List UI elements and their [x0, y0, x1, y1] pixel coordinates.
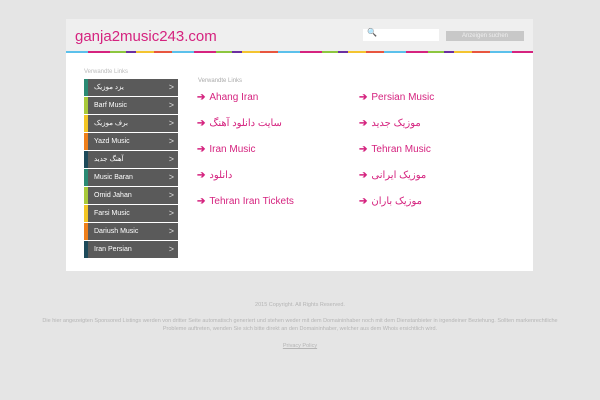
link-label: Tehran Iran Tickets: [209, 196, 294, 207]
chevron-right-icon: >: [168, 190, 174, 200]
sidebar-item-label: Music Baran: [94, 174, 133, 181]
link-label: دانلود: [209, 170, 233, 181]
link-label: Persian Music: [371, 92, 435, 103]
arrow-right-icon: ➔: [197, 92, 206, 103]
search-button[interactable]: Anzeigen suchen: [446, 31, 524, 41]
copyright: 2015 Copyright. All Rights Reserved.: [255, 302, 345, 308]
related-link[interactable]: ➔ Ahang Iran: [197, 92, 258, 103]
link-label: موزیک جدید: [371, 118, 421, 129]
sidebar-item[interactable]: یزد موزیک >: [84, 79, 178, 96]
arrow-right-icon: ➔: [359, 118, 368, 129]
related-link[interactable]: ➔ موزیک باران: [359, 196, 422, 207]
chevron-right-icon: >: [168, 244, 174, 254]
arrow-right-icon: ➔: [197, 196, 206, 207]
arrow-right-icon: ➔: [197, 170, 206, 181]
sidebar-item-label: آهنگ جدید: [94, 156, 124, 163]
chevron-right-icon: >: [168, 136, 174, 146]
sidebar: یزد موزیک > Barf Music > برف موزیک > Yazd Musi…: [84, 79, 178, 259]
related-link[interactable]: ➔ Iran Music: [197, 144, 256, 155]
arrow-right-icon: ➔: [359, 92, 368, 103]
sidebar-item[interactable]: Yazd Music >: [84, 133, 178, 150]
sidebar-item-label: یزد موزیک: [94, 84, 124, 91]
sidebar-item[interactable]: Music Baran >: [84, 169, 178, 186]
link-label: Iran Music: [209, 144, 256, 155]
sidebar-item[interactable]: آهنگ جدید >: [84, 151, 178, 168]
arrow-right-icon: ➔: [197, 118, 206, 129]
search-input[interactable]: 🔍: [363, 28, 439, 41]
color-stripe: [66, 51, 533, 53]
link-label: Tehran Music: [371, 144, 431, 155]
sidebar-item-label: Barf Music: [94, 102, 128, 109]
sidebar-item[interactable]: برف موزیک >: [84, 115, 178, 132]
privacy-policy-link[interactable]: Privacy Policy: [40, 343, 560, 349]
chevron-right-icon: >: [168, 100, 174, 110]
link-label: Ahang Iran: [209, 92, 259, 103]
link-label: سایت دانلود آهنگ: [209, 118, 282, 129]
sidebar-item[interactable]: Iran Persian >: [84, 241, 178, 258]
sidebar-item-label: Farsi Music: [94, 210, 130, 217]
site-logo[interactable]: ganja2music243.com: [75, 28, 217, 45]
related-link[interactable]: ➔ سایت دانلود آهنگ: [197, 118, 282, 129]
related-link[interactable]: ➔ Tehran Music: [359, 144, 431, 155]
search-icon: 🔍: [367, 28, 377, 37]
arrow-right-icon: ➔: [359, 170, 368, 181]
main-panel: ganja2music243.com 🔍 Anzeigen suchen Ver…: [66, 19, 533, 271]
related-link[interactable]: ➔ موزیک جدید: [359, 118, 421, 129]
header: ganja2music243.com 🔍 Anzeigen suchen: [66, 19, 533, 51]
link-label: موزیک ایرانی: [371, 170, 427, 181]
related-link[interactable]: ➔ موزیک ایرانی: [359, 170, 426, 181]
chevron-right-icon: >: [168, 172, 174, 182]
sidebar-item[interactable]: Dariush Music >: [84, 223, 178, 240]
link-label: موزیک باران: [371, 196, 423, 207]
sidebar-item-label: Dariush Music: [94, 228, 139, 235]
chevron-right-icon: >: [168, 118, 174, 128]
sidebar-item[interactable]: Farsi Music >: [84, 205, 178, 222]
sidebar-item-label: برف موزیک: [94, 120, 128, 127]
disclaimer: Die hier angezeigten Sponsored Listings …: [42, 318, 558, 332]
sidebar-heading: Verwandte Links: [84, 69, 129, 75]
chevron-right-icon: >: [168, 226, 174, 236]
sidebar-item[interactable]: Omid Jahan >: [84, 187, 178, 204]
chevron-right-icon: >: [168, 154, 174, 164]
related-link[interactable]: ➔ دانلود: [197, 170, 232, 181]
related-link[interactable]: ➔ Persian Music: [359, 92, 434, 103]
sidebar-item[interactable]: Barf Music >: [84, 97, 178, 114]
related-link[interactable]: ➔ Tehran Iran Tickets: [197, 196, 294, 207]
arrow-right-icon: ➔: [197, 144, 206, 155]
sidebar-item-label: Omid Jahan: [94, 192, 132, 199]
sidebar-item-label: Iran Persian: [94, 246, 132, 253]
arrow-right-icon: ➔: [359, 144, 368, 155]
links-heading: Verwandte Links: [198, 78, 243, 84]
chevron-right-icon: >: [168, 82, 174, 92]
chevron-right-icon: >: [168, 208, 174, 218]
sidebar-item-label: Yazd Music: [94, 138, 130, 145]
arrow-right-icon: ➔: [359, 196, 368, 207]
